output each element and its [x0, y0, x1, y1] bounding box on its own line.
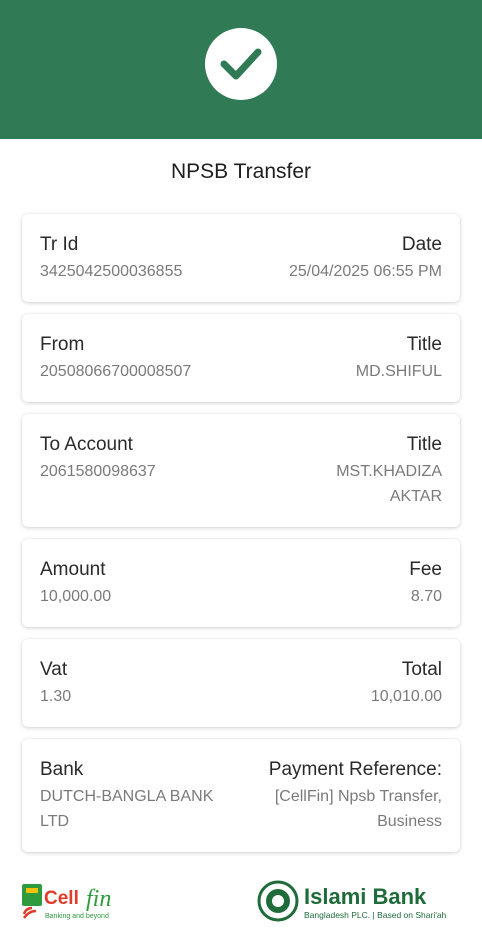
bank-label: Bank — [40, 759, 84, 780]
bank-value: DUTCH-BANGLA BANK LTD — [40, 784, 213, 834]
to-title-value: MST.KHADIZA AKTAR — [336, 459, 442, 509]
cellfin-cell-text: Cell — [44, 888, 79, 909]
fee-value: 8.70 — [410, 588, 442, 605]
page-title: NPSB Transfer — [170, 160, 312, 183]
tr-id-value: 3425042500036855 — [40, 263, 183, 280]
bank-card: Bank DUTCH-BANGLA BANK LTD Payment Refer… — [22, 739, 460, 852]
from-card: From 20508066700008507 Title MD.SHIFUL — [22, 314, 460, 402]
transaction-id-card: Tr Id 3425042500036855 Date 25/04/2025 0… — [22, 214, 460, 302]
islami-bank-logo: Islami Bank Bangladesh PLC. | Based on S… — [257, 880, 447, 922]
to-title-line-2: AKTAR — [389, 488, 442, 505]
payment-reference-value: [CellFin] Npsb Transfer, Business — [269, 784, 442, 834]
check-icon — [220, 48, 262, 80]
from-label: From — [40, 334, 85, 355]
payment-reference-label: Payment Reference: — [268, 759, 442, 780]
date-value: 25/04/2025 06:55 PM — [288, 263, 442, 280]
from-account-value: 20508066700008507 — [40, 363, 192, 380]
from-title-label: Title — [406, 334, 442, 355]
amount-label: Amount — [40, 559, 106, 580]
amount-value: 10,000.00 — [40, 588, 112, 605]
cellfin-logo: Cell fin Banking and beyond — [22, 884, 111, 920]
date-label: Date — [401, 234, 442, 255]
vat-card: Vat 1.30 Total 10,010.00 — [22, 639, 460, 727]
vat-label: Vat — [40, 659, 68, 680]
payment-reference-line-1: [CellFin] Npsb Transfer, — [274, 788, 442, 805]
vat-value: 1.30 — [40, 688, 72, 705]
to-title-label: Title — [406, 434, 442, 455]
total-label: Total — [401, 659, 442, 680]
to-account-label: To Account — [40, 434, 133, 455]
from-title-value: MD.SHIFUL — [355, 363, 442, 380]
cellfin-tagline: Banking and beyond — [45, 913, 109, 920]
total-value: 10,010.00 — [370, 688, 442, 705]
ibbl-name-text: Islami Bank — [304, 884, 427, 909]
success-badge — [205, 28, 277, 100]
fee-label: Fee — [409, 559, 442, 580]
footer: Cell fin Banking and beyond Islami Bank … — [0, 858, 482, 938]
amount-card: Amount 10,000.00 Fee 8.70 — [22, 539, 460, 627]
bank-line-1: DUTCH-BANGLA BANK — [40, 788, 214, 805]
tr-id-label: Tr Id — [40, 234, 79, 255]
ibbl-tagline-text: Bangladesh PLC. | Based on Shari'ah — [304, 910, 447, 920]
to-account-value: 2061580098637 — [40, 463, 156, 480]
success-header — [0, 0, 482, 139]
cellfin-fin-text: fin — [86, 886, 111, 912]
to-account-card: To Account 2061580098637 Title MST.KHADI… — [22, 414, 460, 527]
payment-reference-line-2: Business — [377, 813, 442, 830]
to-title-line-1: MST.KHADIZA — [336, 463, 442, 480]
bank-line-2: LTD — [40, 813, 70, 830]
